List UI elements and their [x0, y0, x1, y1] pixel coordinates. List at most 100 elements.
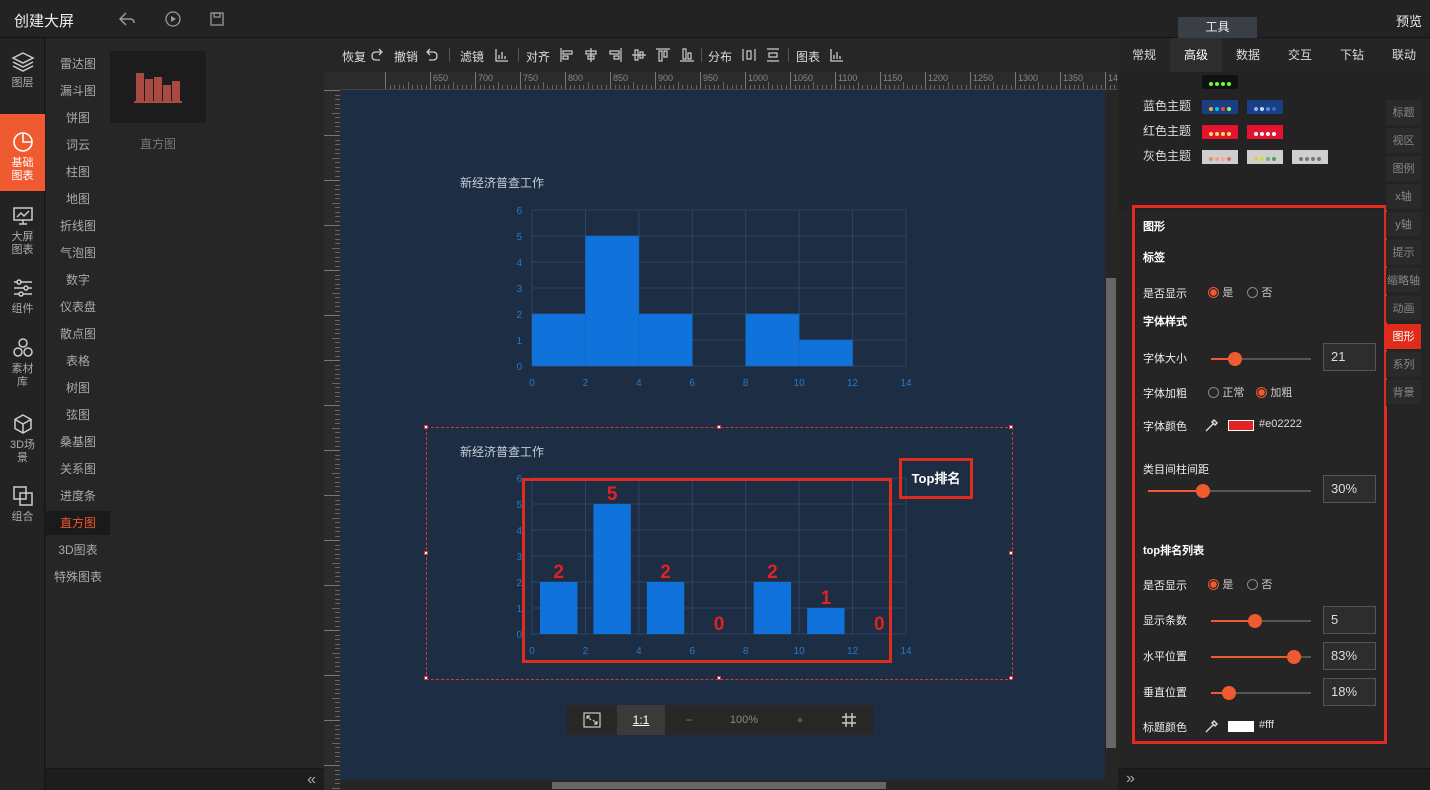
collapse-left-icon[interactable]: « — [307, 771, 316, 789]
chart-button[interactable]: 图表 — [796, 48, 820, 65]
radio-bold[interactable] — [1256, 386, 1267, 398]
show-label-yes[interactable]: 是 — [1208, 284, 1233, 300]
weight-normal-option[interactable]: 正常 — [1208, 384, 1244, 400]
category-item[interactable]: 特殊图表 — [46, 565, 110, 589]
count-input[interactable]: 5 — [1323, 606, 1376, 634]
radio-normal[interactable] — [1208, 386, 1219, 398]
slider-knob[interactable] — [1248, 614, 1262, 628]
components-nav[interactable]: 组件 — [0, 276, 45, 326]
count-slider[interactable] — [1211, 614, 1311, 628]
config-vtab[interactable]: 图形 — [1386, 324, 1421, 350]
category-item[interactable]: 桑基图 — [46, 430, 110, 454]
config-vtab[interactable]: y轴 — [1386, 212, 1421, 238]
back-icon[interactable] — [118, 10, 136, 28]
panel-tab[interactable]: 交互 — [1274, 38, 1326, 72]
category-item[interactable]: 柱图 — [46, 160, 110, 184]
slider-knob[interactable] — [1228, 352, 1242, 366]
theme-swatch[interactable] — [1247, 150, 1283, 164]
panel-tab[interactable]: 高级 — [1170, 38, 1222, 72]
title-color-swatch[interactable] — [1228, 721, 1254, 732]
category-item[interactable]: 散点图 — [46, 322, 110, 346]
category-item[interactable]: 饼图 — [46, 106, 110, 130]
category-item[interactable]: 词云 — [46, 133, 110, 157]
eyedropper-icon[interactable] — [1204, 718, 1220, 734]
zoom-out-button[interactable]: − — [665, 705, 713, 735]
3d-scene-nav[interactable]: 3D场景 — [0, 412, 45, 472]
vertical-scrollbar[interactable] — [1105, 90, 1118, 790]
config-vtab[interactable]: 动画 — [1386, 296, 1421, 322]
tools-tab[interactable]: 工具 — [1178, 17, 1257, 38]
align-vcenter-icon[interactable] — [631, 47, 647, 63]
category-item[interactable]: 关系图 — [46, 457, 110, 481]
chart-filter-icon[interactable] — [494, 47, 510, 63]
vpos-slider[interactable] — [1211, 686, 1311, 700]
basic-charts-nav[interactable]: 基础图表 — [0, 114, 45, 191]
horizontal-ruler[interactable]: 650 700 750 800 850 900 950 1000 1050 1100 1150 120… — [340, 72, 1118, 90]
panel-tab[interactable]: 联动 — [1378, 38, 1430, 72]
zoom-in-button[interactable]: + — [775, 705, 825, 735]
config-vtab[interactable]: 系列 — [1386, 352, 1421, 378]
top-ranking-label[interactable]: Top排名 — [899, 458, 973, 499]
filter-button[interactable]: 滤镜 — [460, 48, 484, 65]
category-item[interactable]: 地图 — [46, 187, 110, 211]
slider-knob[interactable] — [1196, 484, 1211, 498]
category-item[interactable]: 进度条 — [46, 484, 110, 508]
resize-handle[interactable] — [716, 425, 721, 429]
config-vtab[interactable]: 标题 — [1386, 100, 1421, 126]
align-left-icon[interactable] — [559, 47, 575, 63]
category-item[interactable]: 雷达图 — [46, 52, 110, 76]
canvas[interactable]: 新经济普查工作 0 1 2 3 4 5 6 0 2 4 6 8 10 12 14 新经济普查工作 01234… — [340, 90, 1105, 780]
category-item[interactable]: 弦图 — [46, 403, 110, 427]
theme-swatch[interactable] — [1202, 150, 1238, 164]
category-item[interactable]: 气泡图 — [46, 241, 110, 265]
resize-handle[interactable] — [424, 676, 428, 680]
bar-gap-input[interactable]: 30% — [1323, 475, 1376, 503]
bar-gap-slider[interactable] — [1148, 484, 1311, 498]
redo-button[interactable]: 恢复 — [342, 48, 366, 65]
radio-no[interactable] — [1247, 578, 1258, 590]
category-item[interactable]: 漏斗图 — [46, 79, 110, 103]
category-item[interactable]: 折线图 — [46, 214, 110, 238]
histogram-thumbnail[interactable] — [110, 51, 206, 123]
align-bottom-icon[interactable] — [679, 47, 695, 63]
resize-handle[interactable] — [424, 425, 428, 429]
theme-swatch[interactable] — [1292, 150, 1328, 164]
screen-charts-nav[interactable]: 大屏图表 — [0, 204, 45, 264]
config-vtab[interactable]: 图例 — [1386, 156, 1421, 182]
vpos-input[interactable]: 18% — [1323, 678, 1376, 706]
distribute-v-icon[interactable] — [765, 47, 781, 63]
config-vtab[interactable]: 提示 — [1386, 240, 1421, 266]
resize-handle[interactable] — [1009, 425, 1013, 429]
hpos-slider[interactable] — [1211, 650, 1311, 664]
slider-knob[interactable] — [1222, 686, 1236, 700]
panel-tab[interactable]: 常规 — [1118, 38, 1170, 72]
align-button[interactable]: 对齐 — [526, 48, 550, 65]
theme-swatch[interactable] — [1202, 75, 1238, 89]
layers-nav[interactable]: 图层 — [0, 50, 45, 110]
save-icon[interactable] — [208, 10, 226, 28]
scroll-thumb[interactable] — [552, 782, 886, 789]
combine-nav[interactable]: 组合 — [0, 484, 45, 534]
align-right-icon[interactable] — [607, 47, 623, 63]
theme-swatch[interactable] — [1247, 100, 1283, 114]
undo-button[interactable]: 撤销 — [394, 48, 418, 65]
font-size-slider[interactable] — [1211, 352, 1311, 366]
theme-swatch[interactable] — [1202, 125, 1238, 139]
radio-yes[interactable] — [1208, 286, 1219, 298]
weight-bold-option[interactable]: 加粗 — [1256, 384, 1292, 400]
show-label-no[interactable]: 否 — [1247, 284, 1272, 300]
hpos-input[interactable]: 83% — [1323, 642, 1376, 670]
category-item[interactable]: 表格 — [46, 349, 110, 373]
histogram-chart-1[interactable]: 01234560 2 4 6 8 10 12 14 — [500, 200, 920, 400]
theme-swatch[interactable] — [1202, 100, 1238, 114]
config-vtab[interactable]: 视区 — [1386, 128, 1421, 154]
align-center-icon[interactable] — [583, 47, 599, 63]
undo-icon[interactable] — [423, 47, 439, 63]
font-size-input[interactable]: 21 — [1323, 343, 1376, 371]
category-item[interactable]: 仪表盘 — [46, 295, 110, 319]
distribute-button[interactable]: 分布 — [708, 48, 732, 65]
config-vtab[interactable]: 背景 — [1386, 380, 1421, 406]
config-vtab[interactable]: x轴 — [1386, 184, 1421, 210]
config-vtab[interactable]: 缩略轴 — [1386, 268, 1421, 294]
scroll-thumb[interactable] — [1106, 278, 1116, 748]
